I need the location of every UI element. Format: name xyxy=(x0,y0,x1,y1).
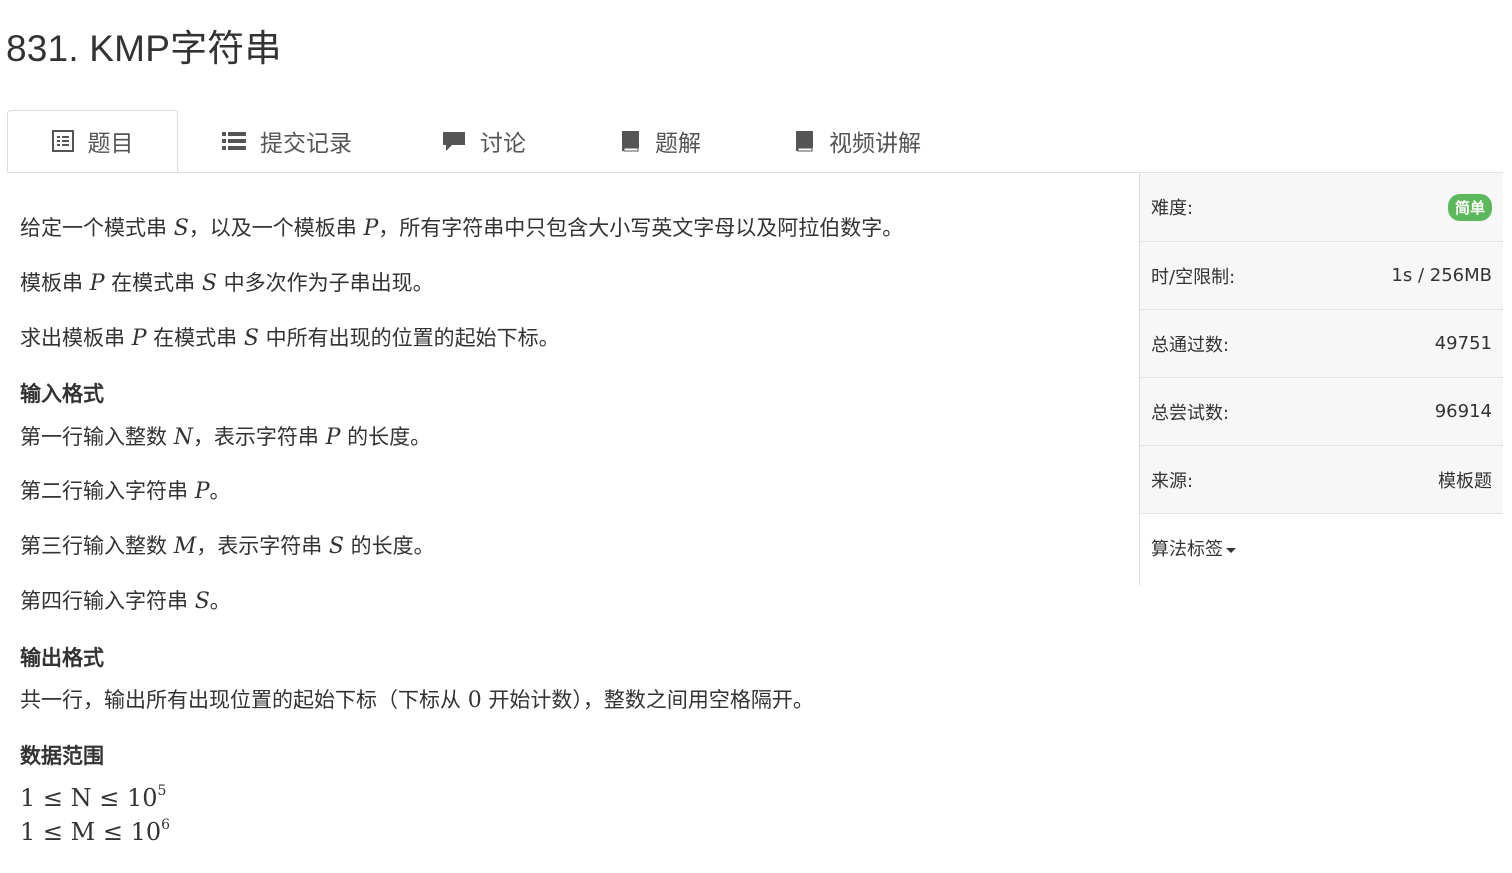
tab-submissions[interactable]: 提交记录 xyxy=(222,110,352,172)
tab-discussion[interactable]: 讨论 xyxy=(442,110,526,172)
list-alt-icon xyxy=(51,130,74,152)
difficulty-badge: 简单 xyxy=(1447,193,1492,221)
data-range-constraint: 1 ≤ M ≤ 106 xyxy=(20,817,171,846)
difficulty-row: 难度: 简单 xyxy=(1140,172,1503,242)
tags-row: 算法标签 xyxy=(1140,514,1503,582)
tab-label: 提交记录 xyxy=(260,131,352,157)
input-format-line: 第三行输入整数 M，表示字符串 S 的长度。 xyxy=(20,534,435,559)
input-format-line: 第二行输入字符串 P。 xyxy=(20,479,231,504)
accepted-row: 总通过数: 49751 xyxy=(1140,310,1503,378)
input-format-line: 第一行输入整数 N，表示字符串 P 的长度。 xyxy=(20,425,432,450)
limits-value: 1s / 256MB xyxy=(1391,265,1492,286)
problem-tabs: 题目 提交记录 讨论 题解 视频讲解 xyxy=(7,110,1502,173)
algorithm-tags-dropdown[interactable]: 算法标签 xyxy=(1151,535,1236,561)
tab-label: 视频讲解 xyxy=(829,131,921,157)
output-format-heading: 输出格式 xyxy=(20,646,104,670)
output-format-line: 共一行，输出所有出现位置的起始下标（下标从 0 开始计数），整数之间用空格隔开。 xyxy=(20,688,814,713)
attempts-row: 总尝试数: 96914 xyxy=(1140,378,1503,446)
book-icon xyxy=(619,130,641,152)
attempts-label: 总尝试数: xyxy=(1151,402,1230,424)
statement-paragraph: 给定一个模式串 S，以及一个模板串 P，所有字符串中只包含大小写英文字母以及阿拉… xyxy=(20,216,904,241)
difficulty-label: 难度: xyxy=(1151,198,1194,219)
tab-label: 题解 xyxy=(655,131,701,157)
attempts-value: 96914 xyxy=(1434,401,1492,422)
caret-down-icon xyxy=(1226,547,1236,553)
list-icon xyxy=(222,130,246,152)
book-icon xyxy=(793,130,815,152)
problem-info-panel: 难度: 简单 时/空限制: 1s / 256MB 总通过数: 49751 总尝试… xyxy=(1139,172,1503,585)
limits-label: 时/空限制: xyxy=(1151,266,1236,288)
tab-label: 讨论 xyxy=(480,131,526,157)
input-format-heading: 输入格式 xyxy=(20,382,104,406)
accepted-label: 总通过数: xyxy=(1151,334,1230,356)
tags-label: 算法标签 xyxy=(1151,539,1223,560)
tab-problem[interactable]: 题目 xyxy=(7,110,178,172)
source-row: 来源: 模板题 xyxy=(1140,446,1503,514)
source-label: 来源: xyxy=(1151,470,1194,492)
input-format-line: 第四行输入字符串 S。 xyxy=(20,589,231,614)
limits-row: 时/空限制: 1s / 256MB xyxy=(1140,242,1503,310)
statement-paragraph: 模板串 P 在模式串 S 中多次作为子串出现。 xyxy=(20,271,434,296)
accepted-value: 49751 xyxy=(1434,333,1492,354)
data-range-constraint: 1 ≤ N ≤ 105 xyxy=(20,783,167,812)
comment-icon xyxy=(442,130,466,152)
page-title: 831. KMP字符串 xyxy=(6,28,282,69)
data-range-heading: 数据范围 xyxy=(20,744,104,768)
tab-video[interactable]: 视频讲解 xyxy=(793,110,921,172)
statement-paragraph: 求出模板串 P 在模式串 S 中所有出现的位置的起始下标。 xyxy=(20,326,560,351)
tab-label: 题目 xyxy=(87,131,134,157)
source-value: 模板题 xyxy=(1438,470,1492,492)
tab-solutions[interactable]: 题解 xyxy=(619,110,701,172)
